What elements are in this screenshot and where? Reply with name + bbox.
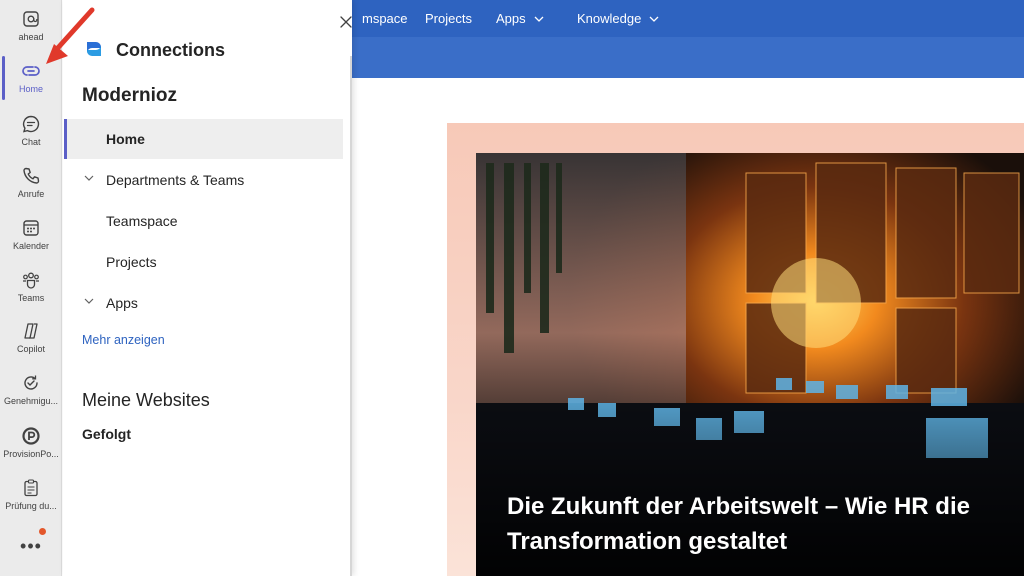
hero-title[interactable]: Die Zukunft der Arbeitswelt – Wie HR die… [507, 489, 987, 559]
provision-icon [22, 427, 40, 445]
rail-item-calendar[interactable]: Kalender [0, 215, 62, 265]
my-sites-heading: Meine Websites [82, 390, 210, 410]
sharepoint-top-nav: mspace Projects Apps Knowledge [352, 0, 1024, 37]
topnav-item-teamspace[interactable]: mspace [362, 11, 408, 26]
nav-item-label: Home [106, 131, 145, 147]
calendar-icon [23, 220, 39, 236]
approvals-icon [24, 375, 38, 390]
rail-label: ProvisionPo... [3, 449, 59, 459]
hero-image[interactable]: Die Zukunft der Arbeitswelt – Wie HR die… [476, 153, 1024, 576]
rail-item-approvals[interactable]: Genehmigu... [0, 370, 62, 420]
rail-item-provision[interactable]: ProvisionPo... [0, 423, 62, 473]
rail-label: Genehmigu... [3, 396, 59, 406]
nav-item-label: Apps [106, 295, 138, 311]
more-apps-button[interactable]: ••• [0, 536, 62, 557]
site-name[interactable]: Modernioz [82, 85, 177, 107]
rail-item-calls[interactable]: Anrufe [0, 163, 62, 213]
connections-icon [22, 66, 40, 76]
phone-icon [23, 167, 40, 184]
show-more-link[interactable]: Mehr anzeigen [82, 333, 165, 347]
panel-title: Connections [116, 40, 226, 60]
chevron-down-icon[interactable] [84, 298, 94, 304]
chat-icon [22, 115, 40, 133]
rail-label: Home [18, 84, 43, 94]
rail-item-chat[interactable]: Chat [0, 111, 62, 161]
nav-item-departments-teams[interactable]: Departments & Teams [64, 160, 343, 200]
chevron-down-icon [649, 16, 659, 22]
teams-icon [23, 272, 39, 289]
site-header-strip [352, 37, 1024, 78]
at-icon [23, 11, 39, 27]
panel-scrollbar[interactable] [350, 56, 352, 576]
rail-item-copilot[interactable]: Copilot [0, 318, 62, 368]
checklist-icon [24, 479, 38, 497]
topnav-item-projects[interactable]: Projects [425, 11, 472, 26]
topnav-item-knowledge[interactable]: Knowledge [577, 11, 659, 26]
nav-item-teamspace[interactable]: Teamspace [64, 201, 343, 241]
annotation-arrow [46, 7, 95, 64]
rail-item-teams[interactable]: Teams [0, 267, 62, 317]
rail-label: Kalender [12, 241, 50, 251]
chevron-down-icon [534, 16, 544, 22]
nav-item-home[interactable]: Home [64, 119, 343, 159]
close-icon[interactable] [338, 14, 354, 30]
nav-item-label: Teamspace [106, 213, 178, 229]
app-rail: ahead Home Chat Anrufe Kalender Teams Co… [0, 0, 62, 576]
rail-label: Chat [21, 137, 41, 147]
nav-item-projects[interactable]: Projects [64, 242, 343, 282]
rail-label: Prüfung du... [5, 501, 57, 511]
rail-item-review[interactable]: Prüfung du... [0, 475, 62, 525]
rail-label: Copilot [16, 344, 45, 354]
chevron-down-icon[interactable] [84, 175, 94, 181]
nav-item-label: Departments & Teams [106, 172, 245, 188]
nav-item-label: Projects [106, 254, 157, 270]
notification-dot [39, 528, 46, 535]
nav-item-apps[interactable]: Apps [64, 283, 343, 323]
topnav-item-apps[interactable]: Apps [496, 11, 544, 26]
copilot-icon [24, 323, 38, 339]
rail-label: Anrufe [17, 189, 45, 199]
rail-label: Teams [17, 293, 45, 303]
followed-sites-label[interactable]: Gefolgt [82, 426, 131, 442]
